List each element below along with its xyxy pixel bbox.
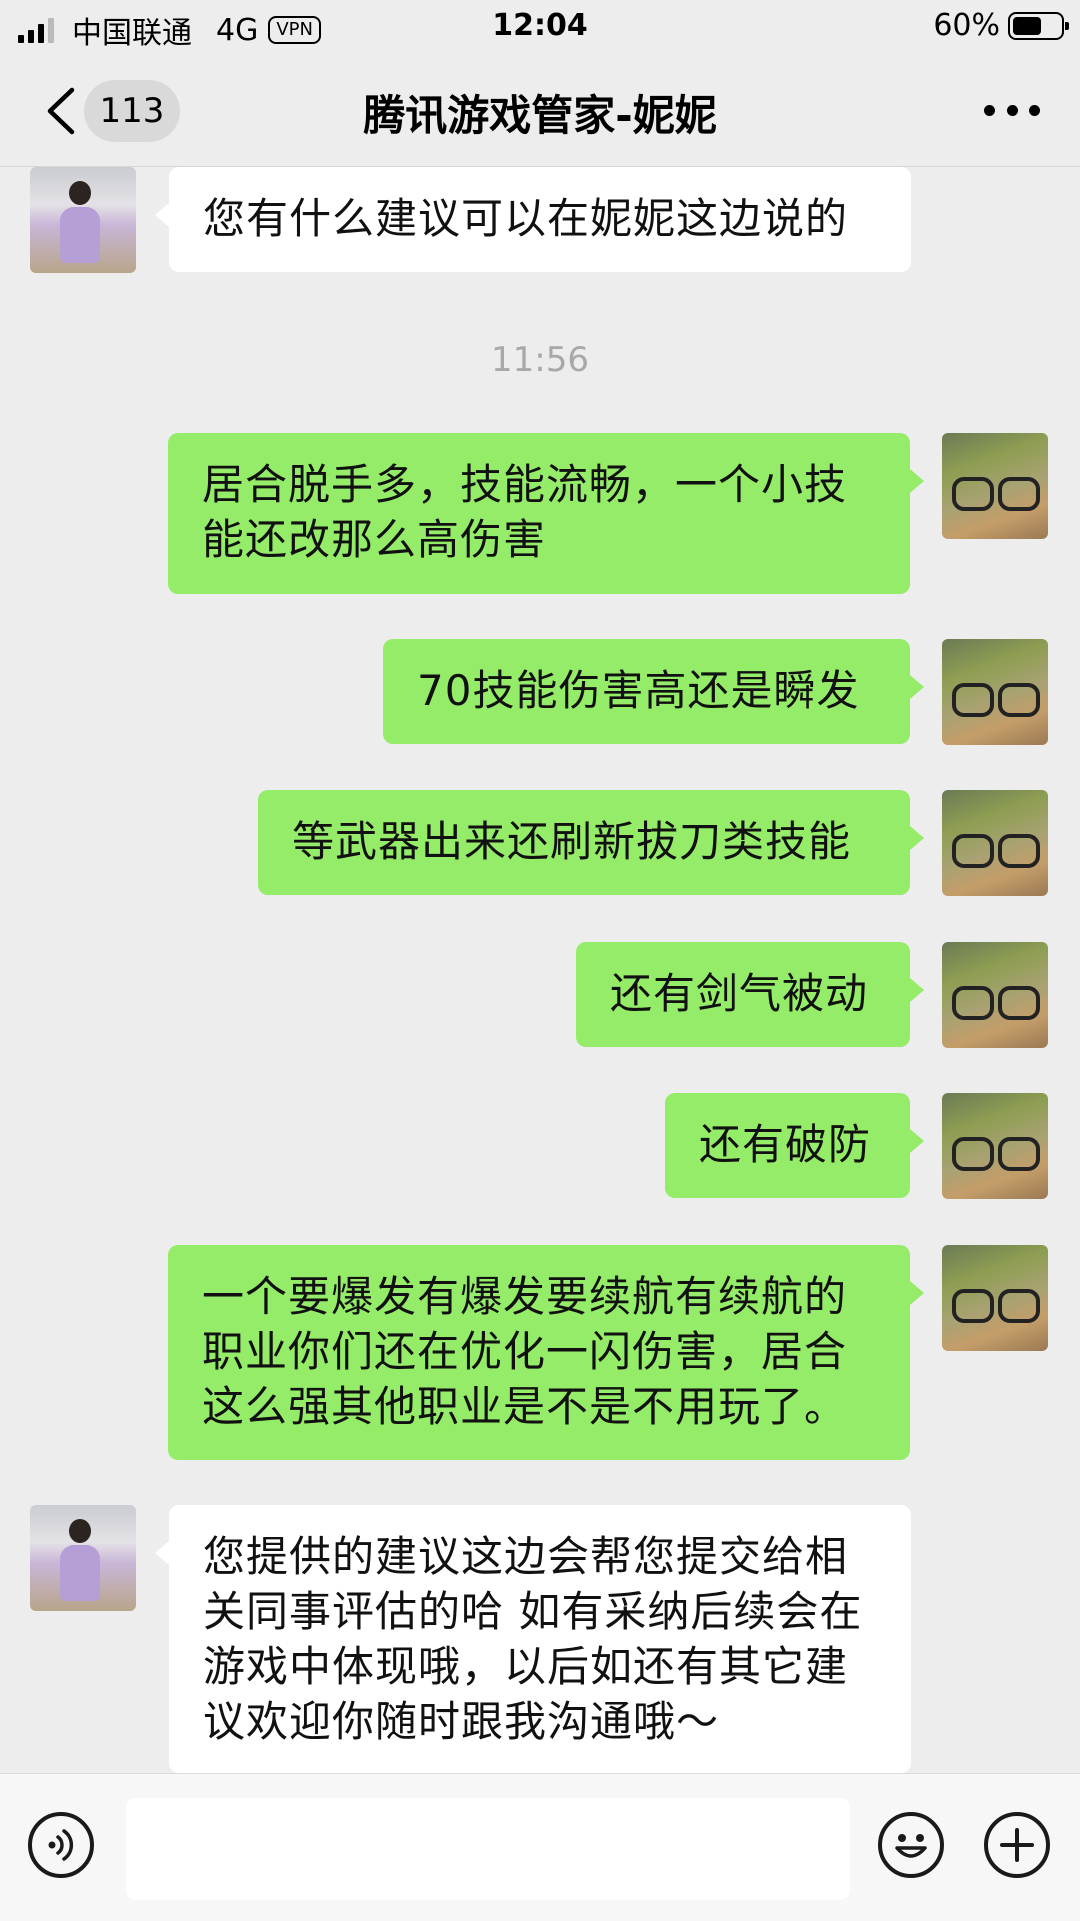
voice-input-icon[interactable] [28,1812,94,1878]
user-avatar[interactable] [942,790,1048,896]
user-avatar[interactable] [942,1245,1048,1351]
more-functions-plus-icon[interactable] [984,1812,1050,1878]
input-bar [0,1773,1080,1921]
incoming-message-bubble[interactable]: 您提供的建议这边会帮您提交给相关同事评估的哈 如有采纳后续会在游戏中体现哦，以后… [155,1505,911,1773]
user-avatar[interactable] [942,942,1048,1048]
outgoing-message-bubble[interactable]: 一个要爆发有爆发要续航有续航的职业你们还在优化一闪伤害，居合这么强其他职业是不是… [168,1245,924,1460]
battery-percent: 60% [933,8,1000,43]
battery-icon [1008,11,1069,40]
message-input[interactable] [126,1798,850,1900]
outgoing-message-bubble[interactable]: 还有破防 [665,1093,924,1198]
user-avatar[interactable] [942,1093,1048,1199]
message-list[interactable]: 您有什么建议可以在妮妮这边说的 11:56 居合脱手多，技能流畅，一个小技能还改… [0,167,1080,1773]
outgoing-message-bubble[interactable]: 70技能伤害高还是瞬发 [383,639,924,744]
message-timestamp: 11:56 [491,340,589,380]
user-avatar[interactable] [942,639,1048,745]
emoji-icon[interactable] [878,1812,944,1878]
outgoing-message-bubble[interactable]: 还有剑气被动 [576,942,924,1047]
outgoing-message-bubble[interactable]: 等武器出来还刷新拔刀类技能 [258,790,924,895]
contact-avatar[interactable] [30,167,136,273]
incoming-message-bubble[interactable]: 您有什么建议可以在妮妮这边说的 [155,167,911,272]
status-right: 60% [933,8,1069,43]
outgoing-message-bubble[interactable]: 居合脱手多，技能流畅，一个小技能还改那么高伤害 [168,433,924,594]
contact-avatar[interactable] [30,1505,136,1611]
status-time: 12:04 [492,8,588,43]
chat-header: 113 腾讯游戏管家-妮妮 [0,56,1080,167]
chat-title: 腾讯游戏管家-妮妮 [363,91,717,140]
status-bar: 中国联通 4G VPN 12:04 60% [0,0,1080,56]
user-avatar[interactable] [942,433,1048,539]
more-options-icon[interactable] [984,98,1040,122]
